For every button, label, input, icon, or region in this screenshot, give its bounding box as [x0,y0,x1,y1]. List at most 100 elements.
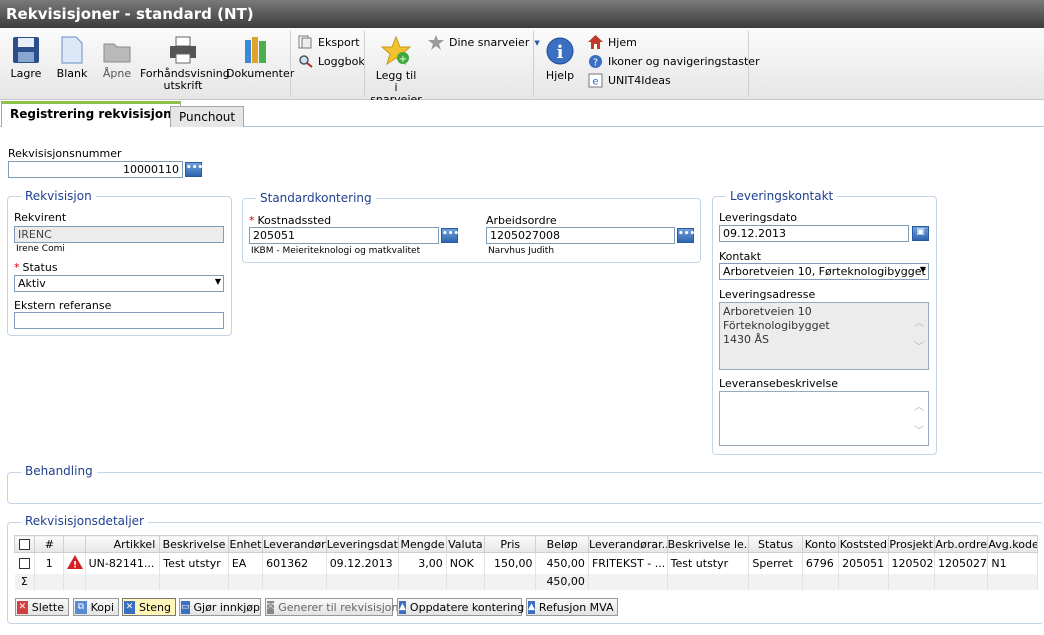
cell-mengde[interactable]: 3,00 [398,552,447,574]
svg-text:?: ? [593,58,598,69]
calendar-icon[interactable]: ▣ [912,226,929,241]
row-checkbox[interactable] [14,552,36,574]
save-button[interactable]: Lagre [8,36,44,80]
rekvirent-name: Irene Comi [16,244,65,254]
col-header[interactable]: Beskrivelse le... [666,535,750,553]
cell-artikkel[interactable]: UN-82141... [85,552,161,574]
cell-leverandor[interactable]: 601362 [262,552,327,574]
behandling-title[interactable]: Behandling [21,464,97,478]
my-shortcuts-dropdown[interactable]: Dine snarveier ▼ [428,35,540,50]
col-header[interactable]: Prosjekt [887,535,935,553]
scroll-down-icon[interactable]: ﹀ [914,422,924,437]
printer-icon [170,36,196,64]
col-header[interactable]: Valuta [445,535,486,553]
ekstern-field[interactable] [14,312,224,329]
col-header[interactable]: # [34,535,65,553]
cell-pris[interactable]: 150,00 [484,552,537,574]
scroll-up-icon[interactable]: ︿ [914,317,924,331]
table-row[interactable]: 1 ! UN-82141... Test utstyr EA 601362 09… [14,552,1038,574]
kost-field[interactable]: 205051 [249,227,439,244]
documents-button[interactable]: Dokumenter [226,36,294,80]
col-header[interactable]: Konto [801,535,840,553]
col-header-warning [63,535,86,553]
cell-avgkode[interactable]: N1 [987,552,1038,574]
update-coding-button[interactable]: ▲ Oppdatere kontering [397,598,524,616]
tab-punchout[interactable]: Punchout [170,106,245,127]
status-select[interactable]: Aktiv [14,275,224,292]
ekstern-label: Ekstern referanse [14,299,112,312]
levbeskr-textarea[interactable]: ︿ ﹀ [719,391,929,446]
delete-button[interactable]: ✕ Slette [15,598,69,616]
col-header[interactable]: Leveringsdato [325,535,400,553]
blank-label: Blank [56,67,88,80]
scroll-up-icon[interactable]: ︿ [914,398,924,413]
select-all-checkbox[interactable] [13,535,36,553]
col-header[interactable]: Koststed [838,535,889,553]
col-header[interactable]: Artikkel [84,535,161,553]
cell-leveringsdato[interactable]: 09.12.2013 [326,552,400,574]
scroll-down-icon[interactable]: ﹀ [914,341,924,355]
cell-koststed[interactable]: 205051 [838,552,889,574]
add-shortcut-button[interactable]: + Legg til i snarveier [367,36,425,106]
open-label: Åpne [102,67,132,80]
copy-icon: ⧉ [75,600,87,614]
generate-button[interactable]: ⤧ Generer til rekvisisjon [265,598,398,616]
col-header[interactable]: Beskrivelse [159,535,229,553]
cell-beskrivelse[interactable]: Test utstyr [159,552,229,574]
icons-navkeys-link[interactable]: ? Ikoner og navigeringstaster [588,54,760,69]
rekvirent-field: IRENC [14,226,224,243]
help-info-icon: i [546,37,574,65]
logbook-button[interactable]: Loggbok [298,54,365,68]
kost-label: * Kostnadssted [249,214,331,227]
col-header[interactable]: Mengde [398,535,447,553]
export-icon [298,35,312,49]
arb-field[interactable]: 1205027008 [486,227,675,244]
help-button[interactable]: i Hjelp [540,36,580,82]
cell-enhet[interactable]: EA [228,552,264,574]
rekvnr-field[interactable]: 10000110 [8,161,183,178]
home-link[interactable]: Hjem [588,35,637,49]
cell-valuta[interactable]: NOK [446,552,486,574]
status-label-text: Status [22,261,58,274]
kontakt-select[interactable]: Arboretveien 10, Førteknologibygget (Le [719,263,929,280]
kost-label-text: Kostnadssted [257,214,332,227]
print-preview-button[interactable]: Forhåndsvisning utskrift [140,36,230,92]
rekvnr-lookup-button[interactable]: ••• [185,162,203,177]
levbeskr-label: Leveransebeskrivelse [719,377,838,390]
col-header[interactable]: Arb.ordre [933,535,989,553]
col-header[interactable]: Pris [484,535,537,553]
close-button[interactable]: ✕ Steng [122,598,176,616]
icons-navkeys-label: Ikoner og navigeringstaster [608,55,760,68]
detail-grid: # Artikkel Beskrivelse Enhet Leverandør … [13,535,1038,590]
purchase-button[interactable]: ▭ Gjør innkjøp [179,598,261,616]
unit4ideas-link[interactable]: e UNIT4Ideas [588,73,671,88]
blank-button[interactable]: Blank [55,36,89,80]
tab-registrering[interactable]: Registrering rekvisisjon [1,101,181,128]
arrow-up-icon: ▲ [399,600,406,614]
col-header[interactable]: Leverandørar... [587,535,668,553]
open-button[interactable]: Åpne [100,36,134,80]
ribbon-separator [748,31,749,97]
export-button[interactable]: Eksport [298,35,360,49]
cell-status[interactable]: Sperret [748,552,803,574]
col-header[interactable]: Enhet [227,535,264,553]
arb-lookup-button[interactable]: ••• [677,228,695,243]
levdato-field[interactable]: 09.12.2013 [719,225,909,242]
cell-belop[interactable]: 450,00 [535,552,589,574]
cell-arbordre[interactable]: 12050270 [934,552,989,574]
cell-leverandorartikkel[interactable]: FRITEKST - ... [588,552,668,574]
col-header[interactable]: Leverandør [262,535,327,553]
col-header[interactable]: Avg.kode [987,535,1038,553]
levadr-textarea: Arboretveien 10 Förteknologibygget 1430 … [719,302,929,370]
cell-konto[interactable]: 6796 [802,552,840,574]
refund-vat-button[interactable]: ▲ Refusjon MVA [526,598,618,616]
copy-button[interactable]: ⧉ Kopi [73,598,119,616]
cell-beskrivelse-lev[interactable]: Test utstyr [667,552,750,574]
col-header[interactable]: Status [748,535,803,553]
open-folder-icon [103,43,131,63]
arb-desc: Narvhus Judith [488,246,555,256]
warning-icon[interactable]: ! [63,552,86,574]
col-header[interactable]: Beløp [535,535,589,553]
kost-lookup-button[interactable]: ••• [441,228,459,243]
cell-prosjekt[interactable]: 1205027 [888,552,935,574]
